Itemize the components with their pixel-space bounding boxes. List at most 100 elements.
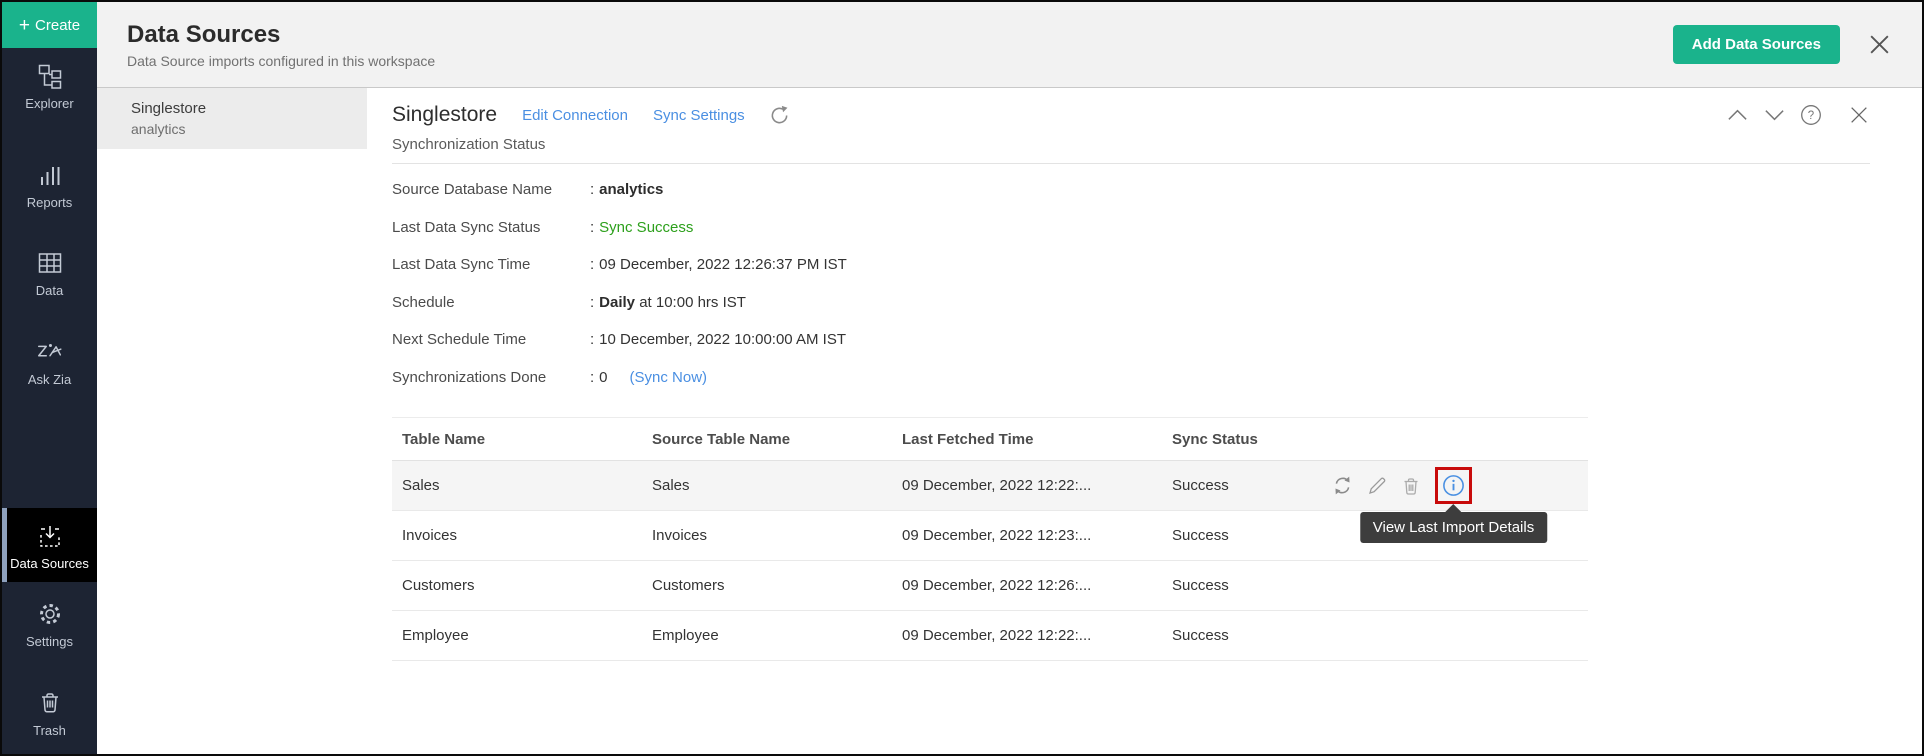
- column-header-source-table-name: Source Table Name: [642, 431, 892, 448]
- sync-status-fields: Source Database Name : analytics Last Dat…: [392, 171, 1870, 396]
- field-schedule: Schedule : Daily at 10:00 hrs IST: [392, 284, 1870, 322]
- header-actions: Add Data Sources: [1673, 25, 1892, 64]
- edit-pencil-icon[interactable]: [1367, 476, 1387, 496]
- table-header-row: Table Name Source Table Name Last Fetche…: [392, 418, 1588, 461]
- colon: :: [590, 181, 594, 198]
- sync-status-value: Sync Success: [599, 219, 693, 236]
- section-divider: [392, 163, 1870, 164]
- table-row[interactable]: Customers Customers 09 December, 2022 12…: [392, 561, 1588, 611]
- table-row[interactable]: Employee Employee 09 December, 2022 12:2…: [392, 611, 1588, 661]
- table-row[interactable]: Sales Sales 09 December, 2022 12:22:... …: [392, 461, 1588, 511]
- sidebar-item-reports[interactable]: Reports: [2, 160, 97, 210]
- cell-sync-status: Success: [1162, 477, 1322, 494]
- svg-text:?: ?: [1808, 110, 1814, 122]
- workspace-body: Singlestore analytics Singlestore Edit C…: [97, 88, 1922, 754]
- data-source-database: analytics: [131, 119, 355, 139]
- create-button[interactable]: + Create: [2, 2, 97, 48]
- field-value: 0: [599, 369, 607, 386]
- tooltip: View Last Import Details: [1360, 512, 1547, 543]
- tooltip-text: View Last Import Details: [1373, 519, 1534, 536]
- data-sources-import-icon: [35, 521, 65, 551]
- cell-last-fetched-time: 09 December, 2022 12:22:...: [892, 477, 1162, 494]
- close-panel-icon[interactable]: [1848, 104, 1870, 126]
- page-subtitle: Data Source imports configured in this w…: [127, 53, 435, 69]
- panel-controls: ?: [1726, 104, 1870, 126]
- sync-settings-link[interactable]: Sync Settings: [653, 107, 745, 124]
- zia-icon: [35, 337, 65, 367]
- field-value: analytics: [599, 181, 663, 198]
- sync-icon[interactable]: [1332, 475, 1353, 496]
- cell-source-table-name: Customers: [642, 577, 892, 594]
- sidebar-item-data[interactable]: Data: [2, 248, 97, 298]
- connection-title: Singlestore: [392, 103, 497, 127]
- cell-source-table-name: Invoices: [642, 527, 892, 544]
- connection-header: Singlestore Edit Connection Sync Setting…: [392, 103, 1870, 127]
- field-label: Schedule: [392, 294, 590, 311]
- annotation-highlight-box: View Last Import Details: [1435, 467, 1472, 504]
- page-title-block: Data Sources Data Source imports configu…: [127, 21, 435, 69]
- data-source-list: Singlestore analytics: [97, 88, 367, 754]
- main-area: Data Sources Data Source imports configu…: [97, 2, 1922, 754]
- cell-last-fetched-time: 09 December, 2022 12:22:...: [892, 627, 1162, 644]
- sidebar-item-trash[interactable]: Trash: [2, 688, 97, 738]
- cell-table-name: Employee: [392, 627, 642, 644]
- tooltip-arrow: [1446, 504, 1462, 512]
- reports-icon: [35, 160, 65, 190]
- field-value: at 10:00 hrs IST: [635, 294, 746, 311]
- chevron-down-icon[interactable]: [1763, 108, 1786, 122]
- cell-sync-status: Success: [1162, 577, 1322, 594]
- field-label: Next Schedule Time: [392, 331, 590, 348]
- cell-sync-status: Success: [1162, 627, 1322, 644]
- trash-icon: [35, 688, 65, 718]
- field-label: Last Data Sync Time: [392, 256, 590, 273]
- cell-table-name: Sales: [392, 477, 642, 494]
- sidebar-item-label: Reports: [27, 195, 73, 210]
- sidebar-item-label: Data Sources: [10, 556, 89, 571]
- column-header-last-fetched-time: Last Fetched Time: [892, 431, 1162, 448]
- field-source-database-name: Source Database Name : analytics: [392, 171, 1870, 209]
- colon: :: [590, 331, 594, 348]
- sidebar-item-ask-zia[interactable]: Ask Zia: [2, 337, 97, 387]
- field-label: Source Database Name: [392, 181, 590, 198]
- sidebar-item-label: Settings: [26, 634, 73, 649]
- field-value: 09 December, 2022 12:26:37 PM IST: [599, 256, 847, 273]
- field-value-bold: Daily: [599, 294, 635, 311]
- cell-sync-status: Success: [1162, 527, 1322, 544]
- cell-source-table-name: Employee: [642, 627, 892, 644]
- column-header-sync-status: Sync Status: [1162, 431, 1322, 448]
- sidebar-item-label: Ask Zia: [28, 372, 71, 387]
- edit-connection-link[interactable]: Edit Connection: [522, 107, 628, 124]
- delete-trash-icon[interactable]: [1401, 476, 1421, 496]
- sidebar-item-label: Explorer: [25, 96, 73, 111]
- plus-icon: +: [19, 16, 30, 35]
- page-header: Data Sources Data Source imports configu…: [97, 2, 1922, 88]
- field-synchronizations-done: Synchronizations Done :0 (Sync Now): [392, 359, 1870, 397]
- field-label: Last Data Sync Status: [392, 219, 590, 236]
- add-data-sources-button[interactable]: Add Data Sources: [1673, 25, 1840, 64]
- info-icon[interactable]: [1442, 474, 1465, 497]
- tables-sync-table: Table Name Source Table Name Last Fetche…: [392, 417, 1588, 661]
- colon: :: [590, 369, 594, 386]
- data-table-icon: [35, 248, 65, 278]
- chevron-up-icon[interactable]: [1726, 108, 1749, 122]
- sidebar-item-settings[interactable]: Settings: [2, 599, 97, 649]
- data-source-list-item-selected[interactable]: Singlestore analytics: [97, 88, 367, 149]
- cell-last-fetched-time: 09 December, 2022 12:23:...: [892, 527, 1162, 544]
- field-value: 10 December, 2022 10:00:00 AM IST: [599, 331, 846, 348]
- field-next-schedule-time: Next Schedule Time :10 December, 2022 10…: [392, 321, 1870, 359]
- field-last-data-sync-time: Last Data Sync Time :09 December, 2022 1…: [392, 246, 1870, 284]
- colon: :: [590, 219, 594, 236]
- create-button-label: Create: [35, 17, 80, 34]
- refresh-icon[interactable]: [769, 105, 790, 126]
- colon: :: [590, 294, 594, 311]
- field-label: Synchronizations Done: [392, 369, 590, 386]
- sync-now-link[interactable]: (Sync Now): [630, 369, 708, 386]
- help-icon[interactable]: ?: [1800, 104, 1822, 126]
- colon: :: [590, 256, 594, 273]
- sidebar-item-explorer[interactable]: Explorer: [2, 61, 97, 111]
- data-source-name: Singlestore: [131, 98, 355, 119]
- sidebar-item-label: Trash: [33, 723, 66, 738]
- gear-icon: [35, 599, 65, 629]
- close-icon[interactable]: [1866, 32, 1892, 58]
- sidebar-item-data-sources[interactable]: Data Sources: [2, 508, 97, 582]
